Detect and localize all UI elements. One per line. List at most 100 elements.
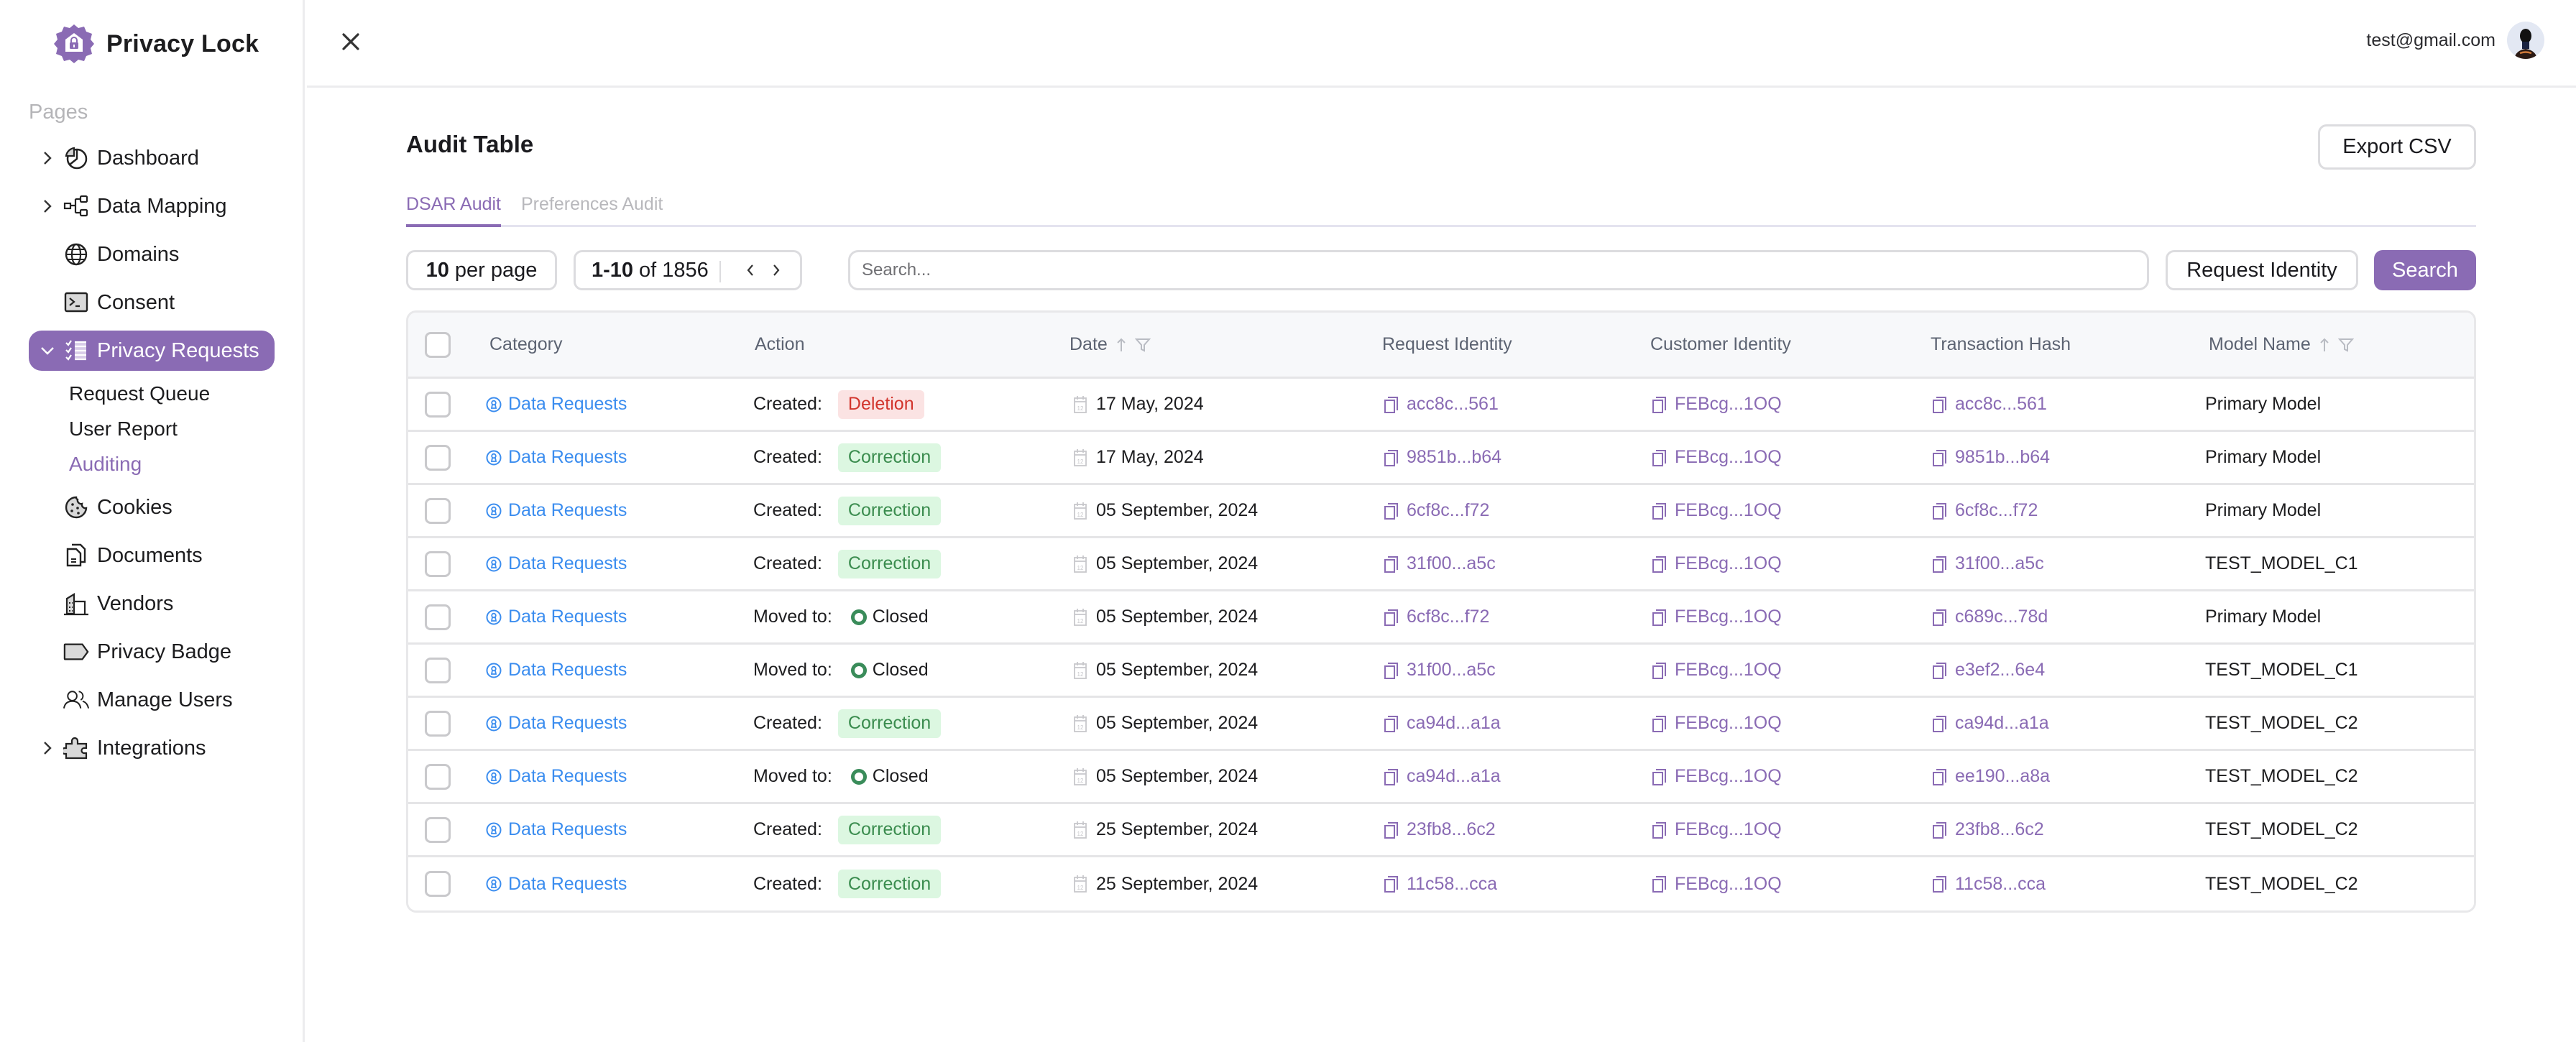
row-checkbox[interactable] xyxy=(425,550,451,577)
avatar[interactable] xyxy=(2507,22,2544,59)
row-checkbox[interactable] xyxy=(425,816,451,843)
copy-icon[interactable] xyxy=(1384,608,1399,627)
copy-icon[interactable] xyxy=(1384,821,1399,839)
copy-icon[interactable] xyxy=(1652,714,1668,733)
copy-icon[interactable] xyxy=(1932,661,1948,680)
sort-arrow-up-icon[interactable] xyxy=(1116,337,1126,353)
customer-identity-value[interactable]: FEBcg...1OQ xyxy=(1675,713,1782,734)
category-link[interactable]: Data Requests xyxy=(508,660,627,681)
row-checkbox[interactable] xyxy=(425,391,451,418)
copy-icon[interactable] xyxy=(1652,608,1668,627)
copy-icon[interactable] xyxy=(1932,714,1948,733)
copy-icon[interactable] xyxy=(1652,555,1668,573)
copy-icon[interactable] xyxy=(1932,767,1948,786)
row-checkbox[interactable] xyxy=(425,871,451,897)
copy-icon[interactable] xyxy=(1384,661,1399,680)
customer-identity-value[interactable]: FEBcg...1OQ xyxy=(1675,607,1782,627)
sidebar-item-data-mapping[interactable]: Data Mapping xyxy=(29,186,275,226)
chevron-down-icon[interactable] xyxy=(37,341,58,361)
chevron-right-icon[interactable] xyxy=(37,196,58,216)
row-checkbox[interactable] xyxy=(425,444,451,471)
close-button[interactable] xyxy=(338,29,364,55)
copy-icon[interactable] xyxy=(1652,875,1668,893)
transaction-hash-value[interactable]: acc8c...561 xyxy=(1955,394,2047,415)
customer-identity-value[interactable]: FEBcg...1OQ xyxy=(1675,553,1782,574)
category-link[interactable]: Data Requests xyxy=(508,607,627,627)
copy-icon[interactable] xyxy=(1652,767,1668,786)
customer-identity-value[interactable]: FEBcg...1OQ xyxy=(1675,500,1782,521)
copy-icon[interactable] xyxy=(1384,875,1399,893)
chevron-right-icon[interactable] xyxy=(37,738,58,758)
sidebar-item-dashboard[interactable]: Dashboard xyxy=(29,138,275,178)
copy-icon[interactable] xyxy=(1932,395,1948,414)
copy-icon[interactable] xyxy=(1932,502,1948,520)
sidebar-item-privacy-badge[interactable]: Privacy Badge xyxy=(29,632,275,672)
customer-identity-value[interactable]: FEBcg...1OQ xyxy=(1675,394,1782,415)
row-checkbox[interactable] xyxy=(425,657,451,683)
copy-icon[interactable] xyxy=(1652,661,1668,680)
transaction-hash-value[interactable]: 6cf8c...f72 xyxy=(1955,500,2038,521)
row-checkbox[interactable] xyxy=(425,763,451,790)
tab-preferences-audit[interactable]: Preferences Audit xyxy=(521,188,663,227)
customer-identity-value[interactable]: FEBcg...1OQ xyxy=(1675,819,1782,840)
search-input[interactable] xyxy=(848,250,2149,290)
category-link[interactable]: Data Requests xyxy=(508,553,627,574)
transaction-hash-value[interactable]: c689c...78d xyxy=(1955,607,2048,627)
request-identity-value[interactable]: 9851b...b64 xyxy=(1407,447,1501,468)
sidebar-item-integrations[interactable]: Integrations xyxy=(29,728,275,768)
category-link[interactable]: Data Requests xyxy=(508,394,627,415)
sidebar-subitem-user-report[interactable]: User Report xyxy=(29,411,275,446)
sidebar-subitem-auditing[interactable]: Auditing xyxy=(29,446,275,481)
copy-icon[interactable] xyxy=(1384,395,1399,414)
copy-icon[interactable] xyxy=(1652,821,1668,839)
brand[interactable]: Privacy Lock xyxy=(53,23,259,65)
row-checkbox[interactable] xyxy=(425,604,451,630)
copy-icon[interactable] xyxy=(1384,448,1399,467)
customer-identity-value[interactable]: FEBcg...1OQ xyxy=(1675,766,1782,787)
copy-icon[interactable] xyxy=(1652,448,1668,467)
request-identity-value[interactable]: 23fb8...6c2 xyxy=(1407,819,1496,840)
customer-identity-value[interactable]: FEBcg...1OQ xyxy=(1675,447,1782,468)
category-link[interactable]: Data Requests xyxy=(508,766,627,787)
request-identity-value[interactable]: 11c58...cca xyxy=(1407,874,1497,895)
sidebar-item-domains[interactable]: Domains xyxy=(29,234,275,275)
copy-icon[interactable] xyxy=(1932,875,1948,893)
row-checkbox[interactable] xyxy=(425,497,451,524)
filter-icon[interactable] xyxy=(2337,337,2354,353)
copy-icon[interactable] xyxy=(1652,502,1668,520)
request-identity-value[interactable]: 6cf8c...f72 xyxy=(1407,500,1489,521)
transaction-hash-value[interactable]: 23fb8...6c2 xyxy=(1955,819,2044,840)
request-identity-value[interactable]: ca94d...a1a xyxy=(1407,766,1501,787)
copy-icon[interactable] xyxy=(1384,767,1399,786)
category-link[interactable]: Data Requests xyxy=(508,500,627,521)
category-link[interactable]: Data Requests xyxy=(508,713,627,734)
copy-icon[interactable] xyxy=(1384,714,1399,733)
customer-identity-value[interactable]: FEBcg...1OQ xyxy=(1675,874,1782,895)
request-identity-value[interactable]: 31f00...a5c xyxy=(1407,553,1496,574)
sidebar-item-manage-users[interactable]: Manage Users xyxy=(29,680,275,720)
transaction-hash-value[interactable]: 31f00...a5c xyxy=(1955,553,2044,574)
search-button[interactable]: Search xyxy=(2374,250,2476,290)
filter-icon[interactable] xyxy=(1134,337,1151,353)
request-identity-value[interactable]: 31f00...a5c xyxy=(1407,660,1496,681)
next-page-button[interactable] xyxy=(765,259,787,281)
copy-icon[interactable] xyxy=(1384,555,1399,573)
prev-page-button[interactable] xyxy=(740,259,761,281)
sidebar-item-documents[interactable]: Documents xyxy=(29,535,275,576)
request-identity-value[interactable]: ca94d...a1a xyxy=(1407,713,1501,734)
sidebar-subitem-request-queue[interactable]: Request Queue xyxy=(29,376,275,411)
user-menu[interactable]: test@gmail.com xyxy=(2366,22,2544,59)
sidebar-item-consent[interactable]: Consent xyxy=(29,282,275,323)
customer-identity-value[interactable]: FEBcg...1OQ xyxy=(1675,660,1782,681)
sidebar-item-privacy-requests[interactable]: Privacy Requests xyxy=(29,331,275,371)
category-link[interactable]: Data Requests xyxy=(508,447,627,468)
request-identity-value[interactable]: acc8c...561 xyxy=(1407,394,1499,415)
copy-icon[interactable] xyxy=(1932,608,1948,627)
sort-arrow-up-icon[interactable] xyxy=(2319,337,2329,353)
sidebar-item-vendors[interactable]: Vendors xyxy=(29,584,275,624)
select-all-checkbox[interactable] xyxy=(425,331,451,358)
row-checkbox[interactable] xyxy=(425,710,451,737)
per-page-select[interactable]: 10 per page xyxy=(406,250,557,290)
copy-icon[interactable] xyxy=(1932,821,1948,839)
copy-icon[interactable] xyxy=(1384,502,1399,520)
